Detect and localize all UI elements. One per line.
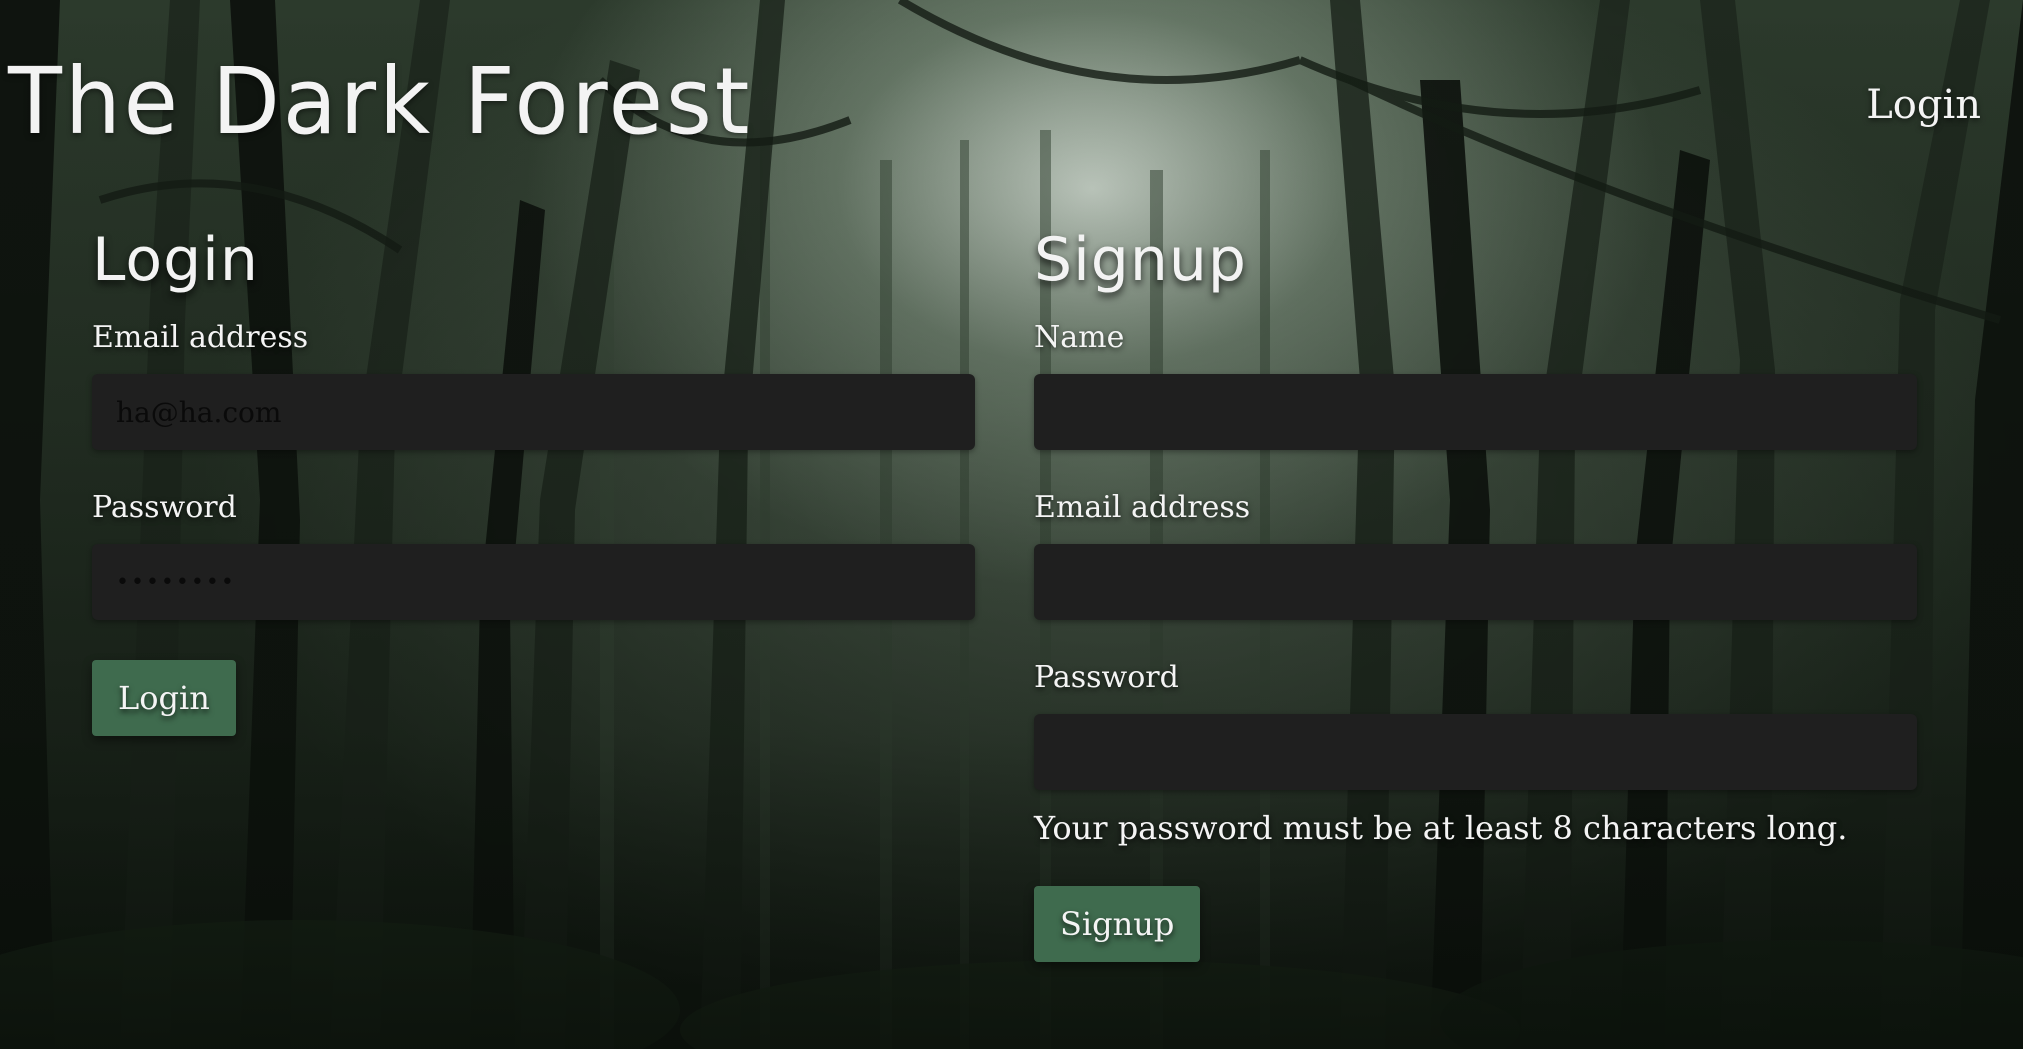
signup-email-input[interactable]: [1034, 544, 1917, 620]
signup-email-label: Email address: [1034, 490, 1251, 525]
login-email-input[interactable]: [92, 374, 975, 450]
login-title: Login: [92, 225, 259, 295]
signup-title: Signup: [1034, 225, 1247, 295]
signup-name-input[interactable]: [1034, 374, 1917, 450]
login-button[interactable]: Login: [92, 660, 236, 736]
signup-button[interactable]: Signup: [1034, 886, 1201, 962]
login-email-label: Email address: [92, 320, 309, 355]
nav-login-link[interactable]: Login: [1866, 82, 1981, 128]
password-help-text: Your password must be at least 8 charact…: [1034, 809, 1848, 847]
signup-password-label: Password: [1034, 660, 1179, 695]
login-password-label: Password: [92, 490, 237, 525]
login-password-input[interactable]: [92, 544, 975, 620]
site-title: The Dark Forest: [8, 48, 753, 155]
signup-name-label: Name: [1034, 320, 1125, 355]
login-form: Login Email address Password Login: [92, 220, 975, 736]
signup-password-input[interactable]: [1034, 714, 1917, 790]
signup-form: Signup Name Email address Password Your …: [1034, 220, 1917, 962]
